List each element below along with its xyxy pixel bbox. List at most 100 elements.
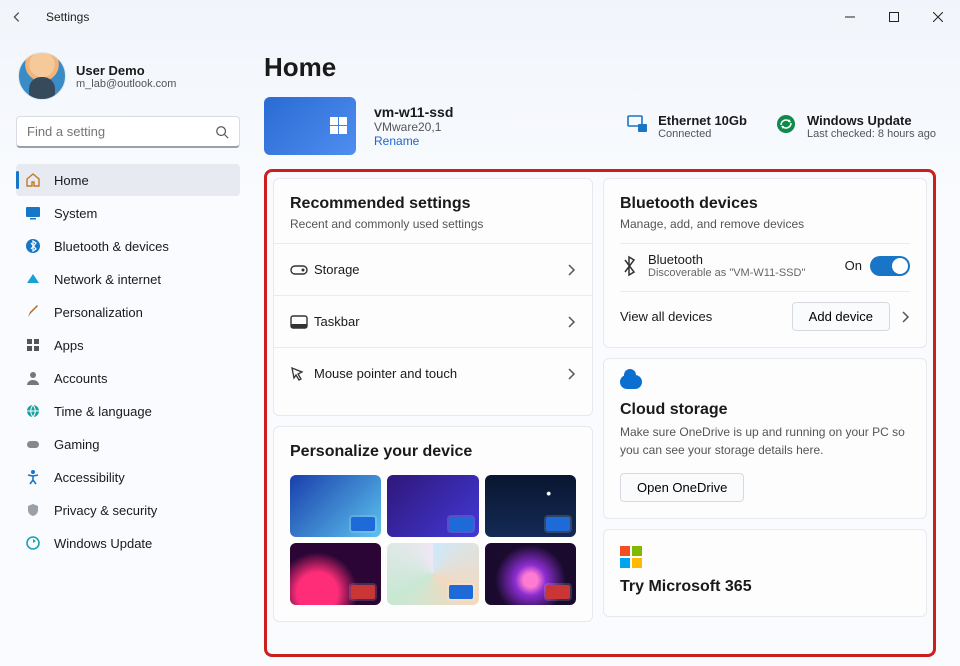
device-thumbnail [264,97,356,155]
setting-storage[interactable]: Storage [274,243,592,295]
bluetooth-toggle[interactable] [870,256,910,276]
nav-label: Accounts [54,371,107,386]
nav-update[interactable]: Windows Update [16,527,240,559]
update-sub: Last checked: 8 hours ago [807,128,936,140]
pointer-icon [290,366,314,382]
bluetooth-row-sub: Discoverable as "VM-W11-SSD" [648,267,845,279]
windows-logo-icon [330,117,348,135]
home-cards: Recommended settings Recent and commonly… [264,169,936,657]
main-content: Home vm-w11-ssd VMware20,1 Rename Ethern… [252,34,960,666]
device-header: vm-w11-ssd VMware20,1 Rename Ethernet 10… [264,97,936,155]
sidebar: User Demo m_lab@outlook.com Home System [0,34,252,666]
bluetooth-icon [24,237,42,255]
maximize-button[interactable] [872,0,916,34]
close-button[interactable] [916,0,960,34]
bluetooth-sub: Manage, add, and remove devices [620,217,910,231]
setting-mouse[interactable]: Mouse pointer and touch [274,347,592,399]
nav-network[interactable]: Network & internet [16,263,240,295]
m365-card: Try Microsoft 365 [603,529,927,617]
cloud-title: Cloud storage [620,401,910,419]
wifi-icon [24,270,42,288]
theme-option[interactable] [290,543,381,605]
nav-label: Personalization [54,305,143,320]
setting-label: Taskbar [314,314,566,329]
personalize-title: Personalize your device [290,443,576,461]
user-email: m_lab@outlook.com [76,78,176,90]
nav-accessibility[interactable]: Accessibility [16,461,240,493]
nav-apps[interactable]: Apps [16,329,240,361]
theme-option[interactable] [290,475,381,537]
bluetooth-title: Bluetooth devices [620,195,910,213]
theme-option[interactable] [485,543,576,605]
chevron-right-icon[interactable] [900,311,910,323]
user-name: User Demo [76,63,176,78]
theme-option[interactable] [387,475,478,537]
nav-label: Windows Update [54,536,152,551]
nav-label: Privacy & security [54,503,157,518]
nav-privacy[interactable]: Privacy & security [16,494,240,526]
chevron-right-icon [566,264,576,276]
back-button[interactable] [10,10,40,24]
network-title: Ethernet 10Gb [658,113,747,128]
globe-icon [24,402,42,420]
device-name: vm-w11-ssd [374,104,453,120]
ethernet-icon [626,113,648,135]
nav-system[interactable]: System [16,197,240,229]
m365-title: Try Microsoft 365 [620,578,910,596]
titlebar: Settings [0,0,960,34]
setting-label: Mouse pointer and touch [314,366,566,381]
apps-icon [24,336,42,354]
nav-time[interactable]: Time & language [16,395,240,427]
update-icon [24,534,42,552]
microsoft-logo-icon [620,546,910,568]
update-status[interactable]: Windows Update Last checked: 8 hours ago [775,113,936,140]
network-sub: Connected [658,128,747,140]
cloud-card: Cloud storage Make sure OneDrive is up a… [603,358,927,519]
nav-label: System [54,206,97,221]
setting-taskbar[interactable]: Taskbar [274,295,592,347]
nav-label: Bluetooth & devices [54,239,169,254]
gaming-icon [24,435,42,453]
theme-option[interactable] [485,475,576,537]
bluetooth-card: Bluetooth devices Manage, add, and remov… [603,178,927,348]
avatar [18,52,66,100]
nav-label: Home [54,173,89,188]
recommended-sub: Recent and commonly used settings [290,217,576,231]
rename-link[interactable]: Rename [374,134,453,148]
brush-icon [24,303,42,321]
network-status[interactable]: Ethernet 10Gb Connected [626,113,747,140]
search-box[interactable] [16,116,240,148]
open-onedrive-button[interactable]: Open OneDrive [620,473,744,502]
nav-personalization[interactable]: Personalization [16,296,240,328]
page-title: Home [264,52,936,83]
home-icon [24,171,42,189]
storage-icon [290,263,314,277]
bluetooth-state: On [845,258,862,273]
update-title: Windows Update [807,113,936,128]
bluetooth-icon [620,255,648,277]
update-icon [775,113,797,135]
nav-gaming[interactable]: Gaming [16,428,240,460]
nav-accounts[interactable]: Accounts [16,362,240,394]
window-title: Settings [46,10,89,24]
view-all-devices-link[interactable]: View all devices [620,309,712,324]
profile-block[interactable]: User Demo m_lab@outlook.com [18,52,240,100]
recommended-title: Recommended settings [290,195,576,213]
add-device-button[interactable]: Add device [792,302,890,331]
nav: Home System Bluetooth & devices Network … [16,164,240,559]
bluetooth-row-label: Bluetooth [648,252,845,267]
nav-bluetooth[interactable]: Bluetooth & devices [16,230,240,262]
nav-label: Gaming [54,437,100,452]
device-model: VMware20,1 [374,120,453,134]
accounts-icon [24,369,42,387]
taskbar-icon [290,315,314,329]
nav-label: Network & internet [54,272,161,287]
minimize-button[interactable] [828,0,872,34]
nav-label: Time & language [54,404,152,419]
nav-home[interactable]: Home [16,164,240,196]
setting-label: Storage [314,262,566,277]
chevron-right-icon [566,316,576,328]
theme-option[interactable] [387,543,478,605]
system-icon [24,204,42,222]
search-input[interactable] [27,124,215,139]
